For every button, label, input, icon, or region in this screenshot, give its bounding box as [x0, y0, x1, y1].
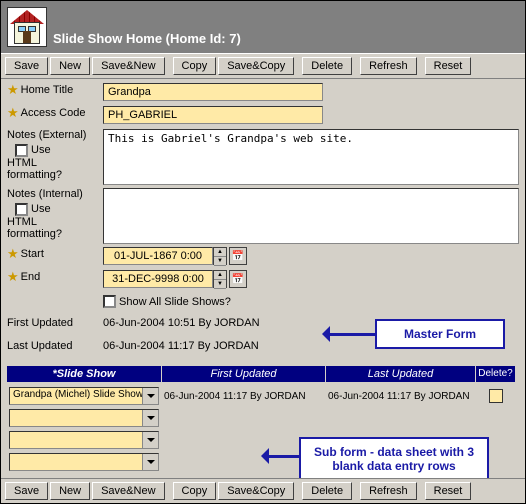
save-copy-button-bottom[interactable]: Save&Copy [218, 482, 294, 500]
start-date-input[interactable]: 01-JUL-1867 0:00 [103, 247, 213, 265]
start-date-picker-icon[interactable]: 📅 [229, 247, 247, 265]
callout-sub-form: Sub form - data sheet with 3 blank data … [299, 437, 489, 478]
end-date-spinner[interactable]: ▲▼ [213, 270, 227, 288]
chevron-down-icon[interactable] [142, 432, 158, 448]
window: Slide Show Home (Home Id: 7) Save New Sa… [0, 0, 526, 504]
window-title: Slide Show Home (Home Id: 7) [53, 31, 241, 50]
copy-button[interactable]: Copy [173, 57, 217, 75]
toolbar-top: Save New Save&New Copy Save&Copy Delete … [1, 53, 525, 79]
label-show-all: Show All Slide Shows? [119, 296, 231, 308]
chevron-down-icon[interactable] [142, 388, 158, 404]
label-last-updated: Last Updated [7, 340, 99, 353]
refresh-button[interactable]: Refresh [360, 57, 417, 75]
col-first-updated: First Updated [162, 366, 326, 382]
end-date-input[interactable]: 31-DEC-9998 0:00 [103, 270, 213, 288]
label-start: Start [21, 248, 44, 261]
slide-show-dropdown[interactable] [9, 409, 159, 427]
copy-button-bottom[interactable]: Copy [173, 482, 217, 500]
form-area: ★Home Title ★Access Code Notes (External… [1, 79, 525, 478]
access-code-input[interactable] [103, 106, 323, 124]
subform-first-updated: 06-Jun-2004 11:17 By JORDAN [162, 385, 326, 407]
label-home-title: Home Title [21, 84, 74, 97]
slide-show-dropdown[interactable]: Grandpa (Michel) Slide Show [9, 387, 159, 405]
first-updated-value: 06-Jun-2004 10:51 By JORDAN [103, 317, 260, 329]
save-new-button-bottom[interactable]: Save&New [92, 482, 164, 500]
end-date-picker-icon[interactable]: 📅 [229, 270, 247, 288]
save-copy-button[interactable]: Save&Copy [218, 57, 294, 75]
callout-master-form: Master Form [375, 319, 505, 349]
notes-internal-textarea[interactable] [103, 188, 519, 244]
subform-first-updated [162, 407, 326, 429]
delete-button-bottom[interactable]: Delete [302, 482, 352, 500]
subform-last-updated [326, 407, 476, 429]
subform-row: Grandpa (Michel) Slide Show06-Jun-2004 1… [7, 385, 519, 407]
show-all-checkbox[interactable] [103, 295, 116, 308]
delete-button[interactable]: Delete [302, 57, 352, 75]
label-first-updated: First Updated [7, 317, 99, 330]
last-updated-value: 06-Jun-2004 11:17 By JORDAN [103, 340, 259, 352]
slide-show-dropdown[interactable] [9, 431, 159, 449]
home-icon [7, 7, 47, 47]
use-html-int-checkbox[interactable] [15, 203, 28, 216]
chevron-down-icon[interactable] [142, 454, 158, 470]
chevron-down-icon[interactable] [142, 410, 158, 426]
subform-header: *Slide Show First Updated Last Updated D… [7, 366, 519, 382]
reset-button[interactable]: Reset [425, 57, 472, 75]
refresh-button-bottom[interactable]: Refresh [360, 482, 417, 500]
reset-button-bottom[interactable]: Reset [425, 482, 472, 500]
label-notes-ext: Notes (External) [7, 129, 99, 142]
save-button-bottom[interactable]: Save [5, 482, 48, 500]
use-html-ext-checkbox[interactable] [15, 144, 28, 157]
titlebar: Slide Show Home (Home Id: 7) [1, 1, 525, 53]
start-date-spinner[interactable]: ▲▼ [213, 247, 227, 265]
delete-checkbox[interactable] [489, 389, 503, 403]
save-button[interactable]: Save [5, 57, 48, 75]
home-title-input[interactable] [103, 83, 323, 101]
slide-show-dropdown[interactable] [9, 453, 159, 471]
notes-external-textarea[interactable]: This is Gabriel's Grandpa's web site. [103, 129, 519, 185]
col-last-updated: Last Updated [326, 366, 476, 382]
new-button[interactable]: New [50, 57, 90, 75]
subform-last-updated: 06-Jun-2004 11:17 By JORDAN [326, 385, 476, 407]
save-new-button[interactable]: Save&New [92, 57, 164, 75]
label-end: End [21, 271, 41, 284]
label-notes-int: Notes (Internal) [7, 188, 99, 201]
label-access-code: Access Code [21, 107, 86, 120]
new-button-bottom[interactable]: New [50, 482, 90, 500]
col-delete: Delete? [476, 366, 516, 382]
col-slide-show: *Slide Show [7, 366, 162, 382]
toolbar-bottom: Save New Save&New Copy Save&Copy Delete … [1, 478, 525, 503]
subform-row [7, 407, 519, 429]
